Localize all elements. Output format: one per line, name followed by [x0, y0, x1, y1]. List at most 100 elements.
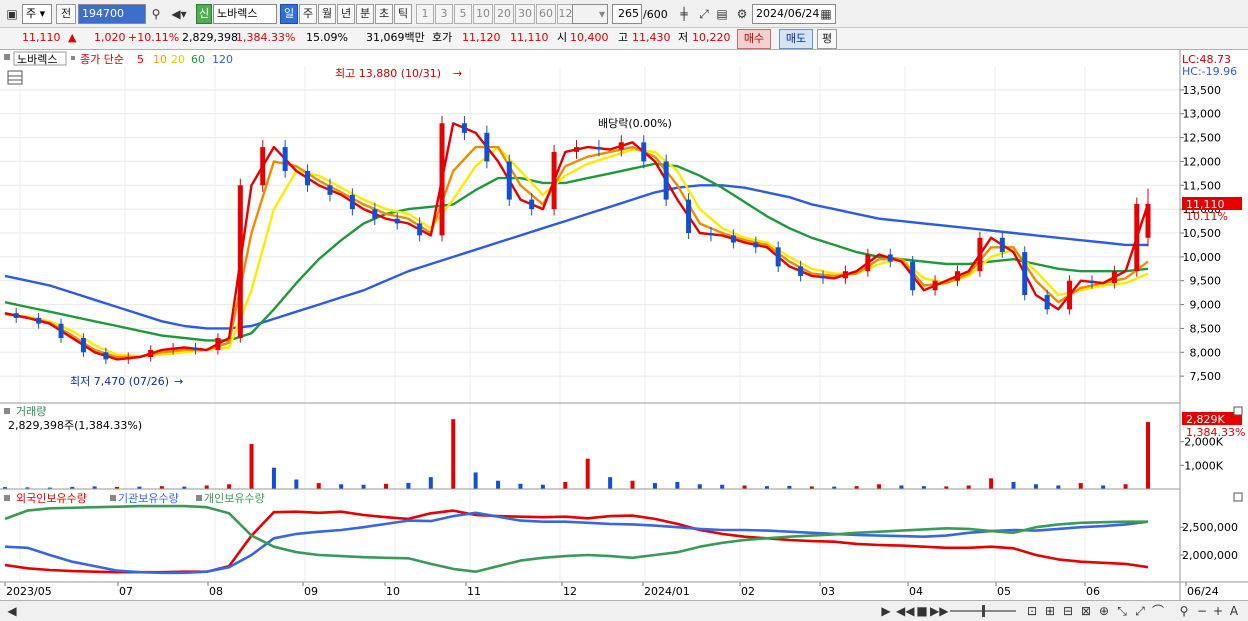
volume-box-icon — [4, 408, 10, 414]
font-size-icon[interactable]: A — [1226, 603, 1242, 619]
candle-body — [148, 349, 154, 358]
tool-icon[interactable]: ⊡ — [1024, 603, 1040, 619]
x-axis-label: 2023/05 — [6, 585, 52, 598]
candle-body — [417, 223, 423, 236]
volume-close-icon[interactable] — [1233, 406, 1243, 416]
price-tag-pct: 10.11% — [1186, 210, 1228, 223]
candle-body — [574, 147, 579, 152]
volume-bar — [742, 485, 747, 489]
zoom-search-icon[interactable]: ⚲ — [1176, 603, 1192, 619]
scroll-right-icon[interactable]: ▶ — [878, 603, 894, 619]
candle-body — [618, 142, 624, 150]
volume-bar — [1146, 422, 1150, 489]
zoom-out-icon[interactable]: − — [1194, 603, 1210, 619]
price-tick-label: 8,500 — [1190, 322, 1222, 335]
tool-icon[interactable]: ⊠ — [1078, 603, 1094, 619]
volume-bar — [473, 472, 478, 489]
volume-bar — [384, 483, 388, 489]
legend-ma10: 10 — [153, 53, 167, 66]
low-arrow-icon: → — [174, 375, 183, 388]
volume-tick-label: 1,000K — [1184, 459, 1223, 472]
fast-forward-icon[interactable]: ▶▶ — [930, 603, 948, 619]
tool-icon[interactable]: ⊞ — [1042, 603, 1058, 619]
candle-body — [820, 275, 826, 279]
candle-body — [1134, 203, 1140, 272]
volume-bar — [630, 480, 635, 489]
volume-bar — [428, 477, 433, 489]
candle-body — [327, 185, 333, 195]
volume-bars — [3, 419, 1150, 489]
scroll-left-icon[interactable]: ◀ — [4, 603, 20, 619]
candle-body — [80, 337, 86, 353]
x-axis-label: 06/24 — [1187, 585, 1219, 598]
holding-y-axis: 2,000,000 2,500,000 — [1180, 521, 1238, 562]
stop-icon[interactable]: ■ — [914, 603, 930, 619]
volume-bar — [227, 484, 232, 489]
candle-body — [193, 347, 198, 350]
candle-body — [955, 271, 960, 281]
tool-icon[interactable]: ⊕ — [1096, 603, 1112, 619]
candle-body — [887, 254, 893, 262]
volume-bar — [1123, 484, 1128, 489]
tool-icon[interactable]: ⊟ — [1060, 603, 1076, 619]
volume-bar — [271, 467, 276, 489]
candle-body — [932, 280, 938, 291]
x-axis-label: 03 — [821, 585, 835, 598]
dividend-annotation: 배당락(0.00%) — [598, 117, 672, 130]
legend-name: 노바렉스 — [17, 53, 57, 66]
zoom-slider-handle[interactable] — [982, 605, 985, 617]
ma-line-60 — [4, 162, 1149, 342]
x-axis-label: 04 — [909, 585, 923, 598]
tool-icon[interactable]: ⤢ — [1132, 603, 1148, 619]
volume-bar — [406, 482, 411, 489]
candle-body-last — [1145, 203, 1151, 238]
candle-body — [708, 233, 714, 236]
volume-bar — [451, 419, 456, 489]
candle-body — [170, 347, 176, 350]
volume-bar — [1056, 485, 1061, 489]
candle-body — [775, 247, 781, 267]
price-tick-label: 9,000 — [1190, 299, 1222, 312]
candle-body — [1111, 271, 1117, 284]
holding-close-icon[interactable] — [1233, 492, 1243, 502]
x-axis-label: 07 — [119, 585, 133, 598]
volume-title: 거래량 — [16, 405, 46, 418]
x-axis-label: 2024/01 — [644, 585, 690, 598]
hc-value: HC:-19.96 — [1182, 65, 1237, 78]
x-axis-label: 02 — [741, 585, 755, 598]
price-tick-label: 13,500 — [1183, 84, 1222, 97]
volume-bar — [585, 458, 590, 489]
candle-body — [529, 199, 535, 210]
legend-dot-icon — [71, 56, 75, 60]
holding-tick-label: 2,000,000 — [1182, 549, 1238, 562]
candle-body — [215, 337, 221, 350]
price-tick-label: 7,500 — [1190, 370, 1222, 383]
bottom-scrollbar[interactable]: ◀ ▶ ◀◀ ■ ▶▶ ⊡ ⊞ ⊟ ⊠ ⊕ ⤡ ⤢ ⌒ ⚲ − + A — [0, 600, 1248, 621]
x-axis-label: 11 — [467, 585, 481, 598]
volume-bar — [675, 481, 680, 489]
volume-bar — [294, 479, 299, 489]
volume-bar — [720, 484, 725, 489]
candle-body — [13, 313, 19, 318]
rewind-icon[interactable]: ◀◀ — [896, 603, 914, 619]
candle-body — [999, 237, 1005, 253]
holding-line-0 — [4, 509, 1149, 574]
candle-body — [282, 147, 288, 171]
candle-body — [439, 123, 445, 236]
table-icon[interactable] — [7, 70, 23, 85]
candle-body — [260, 147, 266, 186]
volume-bar — [496, 480, 501, 489]
volume-bar — [249, 444, 254, 489]
price-tick-label: 10,000 — [1183, 251, 1222, 264]
candle-body — [686, 199, 692, 233]
tool-icon[interactable]: ⌒ — [1150, 603, 1166, 619]
candle-body — [1022, 252, 1028, 296]
holding-line-1 — [4, 511, 1149, 575]
candle-body — [977, 237, 983, 272]
foreign-legend: 외국인보유수량 — [16, 492, 87, 505]
volume-bar — [608, 477, 613, 489]
chart-svg[interactable]: 7,500 8,000 8,500 9,000 9,500 10,000 10,500 11,… — [0, 0, 1248, 621]
tool-icon[interactable]: ⤡ — [1114, 603, 1130, 619]
volume-bar — [652, 483, 657, 489]
zoom-in-icon[interactable]: + — [1210, 603, 1226, 619]
